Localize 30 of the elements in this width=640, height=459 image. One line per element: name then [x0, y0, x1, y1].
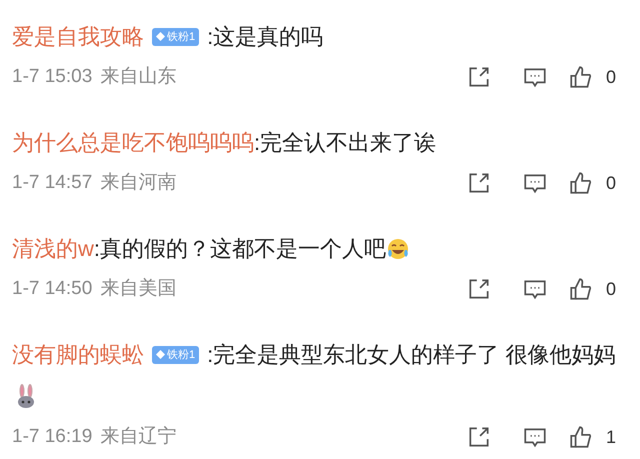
- comment-location: 来自河南: [100, 170, 176, 195]
- badge-label: 铁粉1: [167, 30, 196, 44]
- like-count: 1: [606, 426, 616, 448]
- username[interactable]: 没有脚的蜈蚣: [12, 342, 144, 367]
- laughing-face-icon: [387, 238, 410, 260]
- comment-location: 来自辽宁: [100, 424, 176, 449]
- username[interactable]: 清浅的w: [12, 236, 94, 261]
- username[interactable]: 爱是自我攻略: [12, 24, 144, 49]
- like-icon[interactable]: [568, 64, 594, 90]
- rabbit-icon: [16, 384, 36, 408]
- diamond-icon: [156, 32, 165, 41]
- like-count: 0: [606, 66, 616, 88]
- comment-time: 1-7 15:03: [12, 64, 92, 89]
- badge-label: 铁粉1: [167, 348, 196, 362]
- like-count: 0: [606, 172, 616, 194]
- like-icon[interactable]: [568, 170, 594, 196]
- comment-time: 1-7 14:57: [12, 170, 92, 195]
- comment-location: 来自美国: [100, 276, 176, 301]
- like-count: 0: [606, 278, 616, 300]
- comment-text: :完全认不出来了诶: [254, 130, 436, 155]
- username[interactable]: 为什么总是吃不饱呜呜呜: [12, 130, 254, 155]
- comment-time: 1-7 16:19: [12, 424, 92, 449]
- comment-text: :真的假的？这都不是一个人吧: [94, 236, 386, 261]
- comment-time: 1-7 14:50: [12, 276, 92, 301]
- like-icon[interactable]: [568, 276, 594, 302]
- diamond-icon: [156, 350, 165, 359]
- comment-text: :这是真的吗: [207, 24, 324, 49]
- like-icon[interactable]: [568, 424, 594, 450]
- comment-location: 来自山东: [100, 64, 176, 89]
- comment-text: :完全是典型东北女人的样子了 很像他妈妈: [207, 342, 616, 367]
